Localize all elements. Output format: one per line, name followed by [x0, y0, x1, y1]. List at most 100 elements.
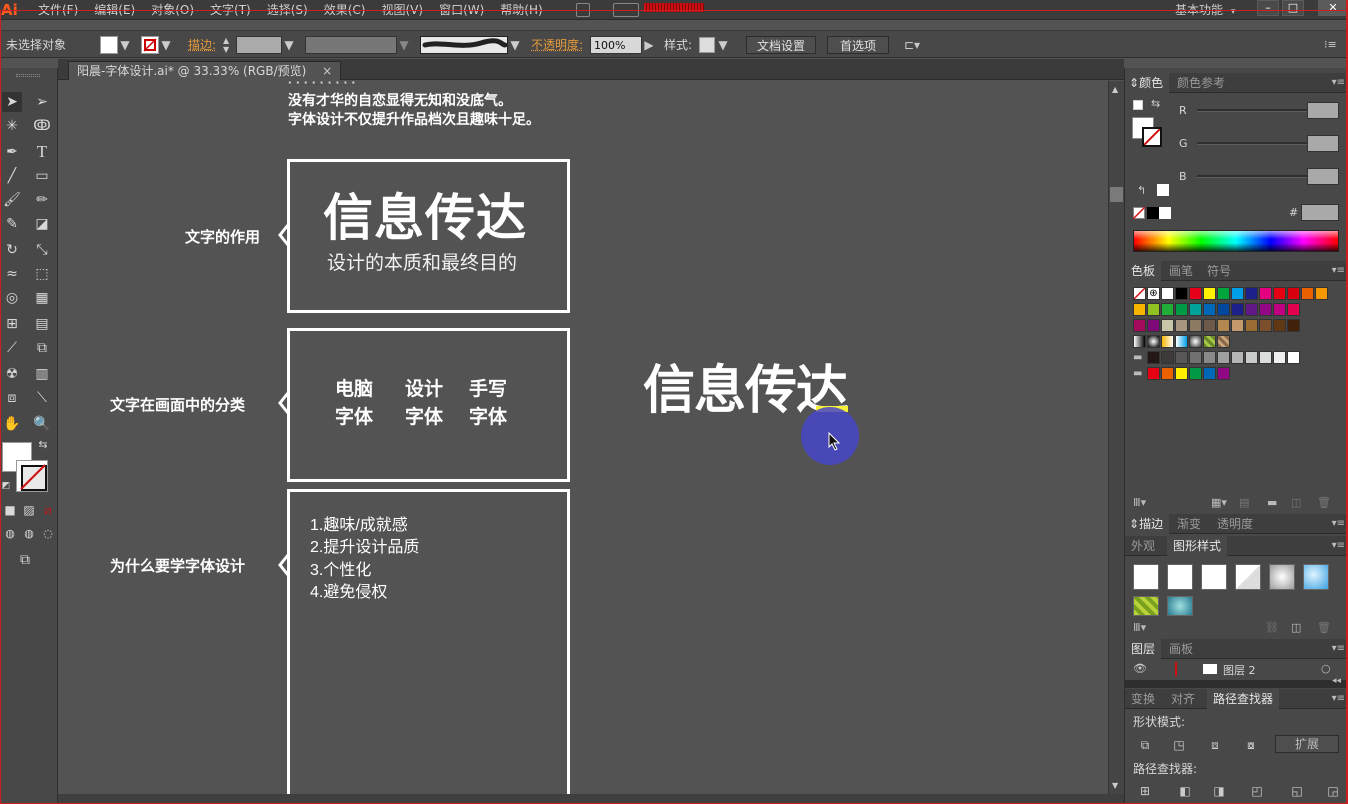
panel-menu-icon[interactable]: ▾≡ — [1332, 73, 1345, 93]
color-swatch[interactable] — [1231, 319, 1244, 332]
close-icon[interactable]: × — [322, 64, 332, 78]
tab-artboards[interactable]: 画板 — [1163, 639, 1199, 659]
chevron-down-icon[interactable]: ▼ — [510, 36, 520, 54]
chevron-down-icon[interactable]: ▼ — [284, 36, 294, 54]
color-swatch[interactable] — [1315, 287, 1328, 300]
color-swatch[interactable] — [1161, 287, 1174, 300]
swatch-libraries-icon[interactable]: Ⅲ▾ — [1133, 496, 1146, 509]
menu-effect[interactable]: 效果(C) — [324, 0, 366, 20]
graphic-style-blue-glow[interactable] — [1303, 564, 1329, 590]
new-graphic-style-icon[interactable]: ◫ — [1291, 621, 1301, 634]
layer-target-icon[interactable]: ○ — [1321, 662, 1331, 675]
fill-swatch[interactable] — [100, 36, 118, 54]
new-color-group-icon[interactable]: ▬ — [1267, 496, 1277, 509]
unite-icon[interactable]: ⧉ — [1137, 738, 1153, 752]
screen-mode-icon[interactable]: ⧉ — [15, 550, 35, 570]
color-swatch[interactable] — [1245, 351, 1258, 364]
panel-menu-icon[interactable]: ▾≡ — [1332, 261, 1345, 281]
graphic-style-soft[interactable] — [1269, 564, 1295, 590]
graphic-style-green-pattern[interactable] — [1133, 596, 1159, 616]
artboard-tool-icon[interactable]: ⧈ — [2, 388, 22, 408]
color-swatch[interactable] — [1231, 287, 1244, 300]
channel-b-slider[interactable] — [1197, 175, 1315, 178]
tab-stroke[interactable]: ⇕描边 — [1125, 514, 1170, 534]
default-colors-icon[interactable]: ◩ — [0, 480, 12, 492]
none-swatch-icon[interactable] — [1133, 207, 1145, 219]
color-swatch[interactable] — [1259, 287, 1272, 300]
close-window-button[interactable]: ✕ — [1318, 0, 1348, 16]
panel-menu-icon[interactable]: ▾≡ — [1332, 536, 1345, 556]
hand-tool-icon[interactable]: ✋ — [2, 414, 22, 434]
scroll-up-icon[interactable]: ▲ — [1112, 85, 1118, 94]
show-swatch-kinds-icon[interactable]: ▦▾ — [1211, 496, 1227, 509]
menu-file[interactable]: 文件(F) — [38, 0, 78, 20]
color-swatch[interactable] — [1287, 319, 1300, 332]
color-swatch[interactable] — [1133, 319, 1146, 332]
color-swatch[interactable] — [1287, 287, 1300, 300]
menu-select[interactable]: 选择(S) — [267, 0, 308, 20]
color-swatch[interactable] — [1147, 367, 1160, 380]
tab-color[interactable]: ⇕颜色 — [1125, 73, 1170, 93]
tab-brushes[interactable]: 画笔 — [1163, 261, 1199, 281]
color-swatch[interactable] — [1217, 319, 1230, 332]
scale-tool-icon[interactable]: ⤡ — [32, 240, 52, 260]
document-setup-button[interactable]: 文档设置 — [746, 36, 816, 54]
color-swatch[interactable] — [1273, 351, 1286, 364]
pattern-swatch[interactable] — [1161, 335, 1174, 348]
color-swatch[interactable] — [1189, 303, 1202, 316]
blob-brush-tool-icon[interactable]: ✎ — [2, 214, 22, 234]
graphic-style-shadow[interactable] — [1235, 564, 1261, 590]
minimize-button[interactable]: – — [1257, 0, 1279, 16]
restore-button[interactable]: □ — [1282, 0, 1304, 16]
swatch-options-icon[interactable]: ▤ — [1239, 496, 1249, 509]
color-swatch[interactable] — [1287, 303, 1300, 316]
tab-layers[interactable]: 图层 — [1125, 639, 1162, 659]
graphic-style-default[interactable] — [1133, 564, 1159, 590]
color-swatch[interactable] — [1161, 303, 1174, 316]
column-graph-tool-icon[interactable]: ▥ — [32, 364, 52, 384]
magic-wand-tool-icon[interactable]: ✳ — [2, 116, 22, 136]
swap-fill-stroke-icon[interactable]: ⇆ — [36, 438, 50, 452]
tab-swatches[interactable]: 色板 — [1125, 261, 1162, 281]
pattern-swatch[interactable] — [1217, 335, 1230, 348]
color-swatch[interactable] — [1147, 303, 1160, 316]
bridge-icon[interactable] — [576, 3, 590, 17]
panel-menu-icon[interactable]: ▾≡ — [1332, 514, 1345, 534]
variable-width-field[interactable] — [305, 36, 397, 54]
color-swatch[interactable] — [1161, 367, 1174, 380]
chevron-down-icon[interactable]: ▼ — [120, 36, 130, 54]
hex-value-field[interactable] — [1301, 204, 1339, 221]
pattern-swatch[interactable] — [1175, 335, 1188, 348]
color-swatch[interactable] — [1203, 351, 1216, 364]
color-swatch[interactable] — [1189, 351, 1202, 364]
color-swatch[interactable] — [1245, 319, 1258, 332]
toolbox-grip[interactable] — [16, 74, 40, 77]
lasso-tool-icon[interactable]: ↂ — [32, 116, 52, 136]
color-swatch[interactable] — [1217, 367, 1230, 380]
menu-view[interactable]: 视图(V) — [381, 0, 423, 20]
brush-definition[interactable] — [420, 36, 508, 54]
break-link-icon[interactable]: ⛓ — [1265, 621, 1279, 634]
color-swatch[interactable] — [1175, 287, 1188, 300]
chevron-down-icon[interactable]: ▼ — [161, 36, 171, 54]
draw-normal-icon[interactable]: ◍ — [2, 526, 18, 542]
tab-pathfinder[interactable]: 路径查找器 — [1207, 689, 1280, 709]
menu-edit[interactable]: 编辑(E) — [94, 0, 135, 20]
color-swatch[interactable] — [1245, 303, 1258, 316]
artboard-canvas[interactable]: · · · · · · · · · 没有才华的自恋显得无知和没底气。 字体设计不… — [65, 81, 1108, 795]
mesh-tool-icon[interactable]: ⊞ — [2, 314, 22, 334]
pattern-swatch[interactable] — [1147, 335, 1160, 348]
expand-button[interactable]: 扩展 — [1275, 735, 1339, 753]
graphic-style-teal-pattern[interactable] — [1167, 596, 1193, 616]
paintbrush-tool-icon[interactable]: 🖌 — [2, 190, 22, 210]
channel-r-slider[interactable] — [1197, 109, 1315, 112]
graphic-style-white[interactable] — [1201, 564, 1227, 590]
menu-type[interactable]: 文字(T) — [210, 0, 251, 20]
color-swatch[interactable] — [1147, 319, 1160, 332]
direct-selection-tool-icon[interactable]: ➢ — [32, 92, 52, 112]
rotate-tool-icon[interactable]: ↻ — [2, 240, 22, 260]
tab-color-guide[interactable]: 颜色参考 — [1171, 73, 1231, 93]
draw-behind-icon[interactable]: ◍ — [21, 526, 37, 542]
color-swatch[interactable] — [1133, 303, 1146, 316]
pattern-swatch[interactable] — [1133, 335, 1146, 348]
